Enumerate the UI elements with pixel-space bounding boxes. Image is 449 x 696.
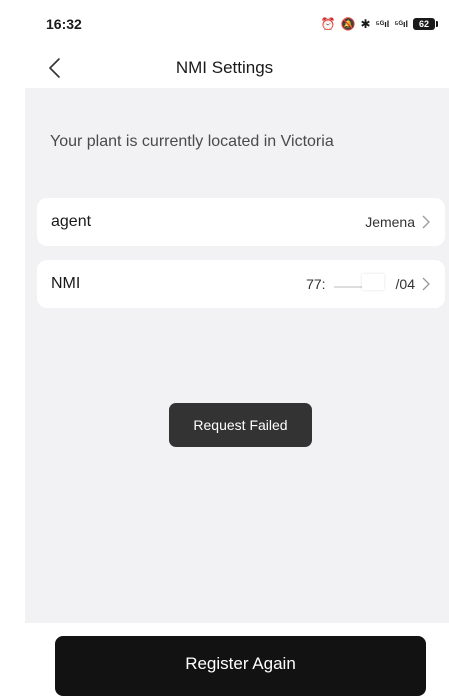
status-time: 16:32 [46,16,82,32]
toast-message: Request Failed [169,403,312,447]
bluetooth-icon: ✱ [360,17,371,31]
battery-icon: 62 [413,18,438,30]
alarm-icon: ⏰ [320,17,336,31]
status-icons: ⏰ 🔕 ✱ ⁵ᴳıl ⁵ᴳıl 62 [320,17,438,31]
nmi-value-group: 77: /04 [306,274,431,292]
location-message: Your plant is currently located in Victo… [50,133,334,150]
signal-5g-icon: ⁵ᴳıl [375,19,390,29]
agent-value: Jemena [365,214,415,230]
nmi-value-suffix: /04 [395,276,415,292]
chevron-left-icon [49,58,60,78]
settings-content: Your plant is currently located in Victo… [25,88,449,623]
mute-icon: 🔕 [340,17,356,31]
page-title: NMI Settings [175,58,274,77]
agent-value-group: Jemena [365,214,431,230]
nav-bar: NMI Settings [0,48,449,88]
back-button[interactable] [44,56,68,80]
status-bar: 16:32 ⏰ 🔕 ✱ ⁵ᴳıl ⁵ᴳıl 62 [0,0,449,48]
nmi-row[interactable]: NMI 77: /04 [37,260,445,308]
nmi-value-prefix: 77: [306,276,326,292]
agent-row[interactable]: agent Jemena [37,198,445,246]
chevron-right-icon [422,215,430,229]
nmi-label: NMI [51,275,81,292]
chevron-right-icon [422,277,430,291]
signal-5g-icon: ⁵ᴳıl [394,19,408,29]
redacted-block [332,274,390,292]
agent-label: agent [51,213,92,230]
register-again-button[interactable]: Register Again [55,636,426,696]
